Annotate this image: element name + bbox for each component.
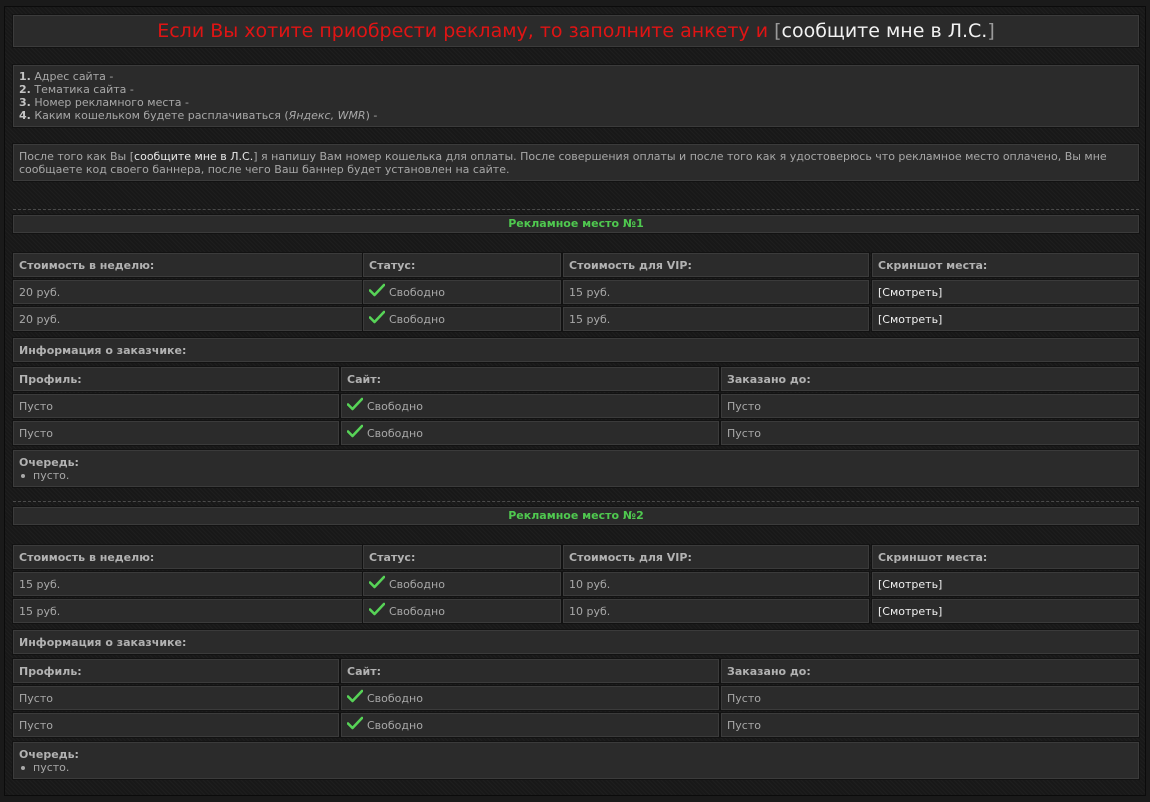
cell-price: 15 руб. <box>13 599 363 623</box>
cell-status: Свободно <box>363 599 561 623</box>
check-icon <box>369 602 385 616</box>
check-icon <box>347 397 363 411</box>
column-header-status: Статус: <box>363 253 561 277</box>
site-status-text: Свободно <box>367 719 423 732</box>
column-header-profile: Профиль: <box>13 367 339 391</box>
cell-vip-price: 10 руб. <box>563 572 869 596</box>
cell-ordered-until: Пусто <box>721 421 1139 445</box>
header-text: Если Вы хотите приобрести рекламу, то за… <box>157 20 769 42</box>
form-item-3: 3. Номер рекламного места - <box>19 96 190 109</box>
check-icon <box>347 716 363 730</box>
check-icon <box>347 424 363 438</box>
column-header-screenshot: Скриншот места: <box>872 545 1139 569</box>
page-header: Если Вы хотите приобрести рекламу, то за… <box>13 15 1139 47</box>
check-icon <box>369 310 385 324</box>
form-item-2: 2. Тематика сайта - <box>19 83 134 96</box>
cell-screenshot: [Смотреть] <box>872 307 1139 331</box>
form-fields-list: 1. Адрес сайта - 2. Тематика сайта - 3. … <box>13 65 1139 127</box>
screenshot-link[interactable]: [Смотреть] <box>878 605 942 618</box>
check-icon <box>347 689 363 703</box>
status-text: Свободно <box>389 605 445 618</box>
check-icon <box>369 575 385 589</box>
customer-info-header: Информация о заказчике: <box>13 630 1139 654</box>
status-text: Свободно <box>389 578 445 591</box>
column-header-screenshot: Скриншот места: <box>872 253 1139 277</box>
header-pm-link[interactable]: сообщите мне в Л.С. <box>782 20 988 42</box>
section-separator <box>13 501 1139 502</box>
cell-site: Свободно <box>341 713 719 737</box>
status-text: Свободно <box>389 313 445 326</box>
queue-item: пусто. <box>19 469 1133 482</box>
info-pm-link[interactable]: сообщите мне в Л.С. <box>134 150 253 163</box>
customer-info-header: Информация о заказчике: <box>13 338 1139 362</box>
site-status-text: Свободно <box>367 692 423 705</box>
cell-ordered-until: Пусто <box>721 394 1139 418</box>
section-title: Рекламное место №2 <box>13 507 1139 525</box>
cell-ordered-until: Пусто <box>721 713 1139 737</box>
cell-profile: Пусто <box>13 713 339 737</box>
column-header-status: Статус: <box>363 545 561 569</box>
form-item-1: 1. Адрес сайта - <box>19 70 114 83</box>
cell-vip-price: 10 руб. <box>563 599 869 623</box>
cell-price: 20 руб. <box>13 280 363 304</box>
status-text: Свободно <box>389 286 445 299</box>
column-header-ordered_until: Заказано до: <box>721 367 1139 391</box>
column-header-vip: Стоимость для VIP: <box>563 253 869 277</box>
cell-status: Свободно <box>363 307 561 331</box>
header-bracket-close: ] <box>987 20 995 42</box>
column-header-vip: Стоимость для VIP: <box>563 545 869 569</box>
content-frame: Если Вы хотите приобрести рекламу, то за… <box>4 6 1146 796</box>
payment-info: После того как Вы [сообщите мне в Л.С.] … <box>13 144 1139 181</box>
column-header-price: Стоимость в неделю: <box>13 545 363 569</box>
cell-screenshot: [Смотреть] <box>872 599 1139 623</box>
column-header-site: Сайт: <box>341 367 719 391</box>
cell-status: Свободно <box>363 280 561 304</box>
queue-title: Очередь: <box>19 456 79 469</box>
cell-status: Свободно <box>363 572 561 596</box>
header-bracket-open: [ <box>774 20 782 42</box>
screenshot-link[interactable]: [Смотреть] <box>878 578 942 591</box>
queue-title: Очередь: <box>19 748 79 761</box>
cell-site: Свободно <box>341 421 719 445</box>
site-status-text: Свободно <box>367 400 423 413</box>
form-item-4: 4. Каким кошельком будете расплачиваться… <box>19 109 378 122</box>
section-title: Рекламное место №1 <box>13 215 1139 233</box>
cell-price: 15 руб. <box>13 572 363 596</box>
queue-item: пусто. <box>19 761 1133 774</box>
column-header-price: Стоимость в неделю: <box>13 253 363 277</box>
column-header-site: Сайт: <box>341 659 719 683</box>
queue-box: Очередь: пусто. <box>13 450 1139 487</box>
cell-profile: Пусто <box>13 421 339 445</box>
cell-vip-price: 15 руб. <box>563 280 869 304</box>
cell-site: Свободно <box>341 394 719 418</box>
cell-site: Свободно <box>341 686 719 710</box>
check-icon <box>369 283 385 297</box>
screenshot-link[interactable]: [Смотреть] <box>878 286 942 299</box>
section-separator <box>13 209 1139 210</box>
cell-ordered-until: Пусто <box>721 686 1139 710</box>
cell-price: 20 руб. <box>13 307 363 331</box>
bullet-icon <box>21 473 25 478</box>
cell-screenshot: [Смотреть] <box>872 280 1139 304</box>
cell-vip-price: 15 руб. <box>563 307 869 331</box>
queue-box: Очередь: пусто. <box>13 742 1139 779</box>
column-header-profile: Профиль: <box>13 659 339 683</box>
screenshot-link[interactable]: [Смотреть] <box>878 313 942 326</box>
cell-screenshot: [Смотреть] <box>872 572 1139 596</box>
cell-profile: Пусто <box>13 686 339 710</box>
bullet-icon <box>21 765 25 770</box>
cell-profile: Пусто <box>13 394 339 418</box>
site-status-text: Свободно <box>367 427 423 440</box>
column-header-ordered_until: Заказано до: <box>721 659 1139 683</box>
